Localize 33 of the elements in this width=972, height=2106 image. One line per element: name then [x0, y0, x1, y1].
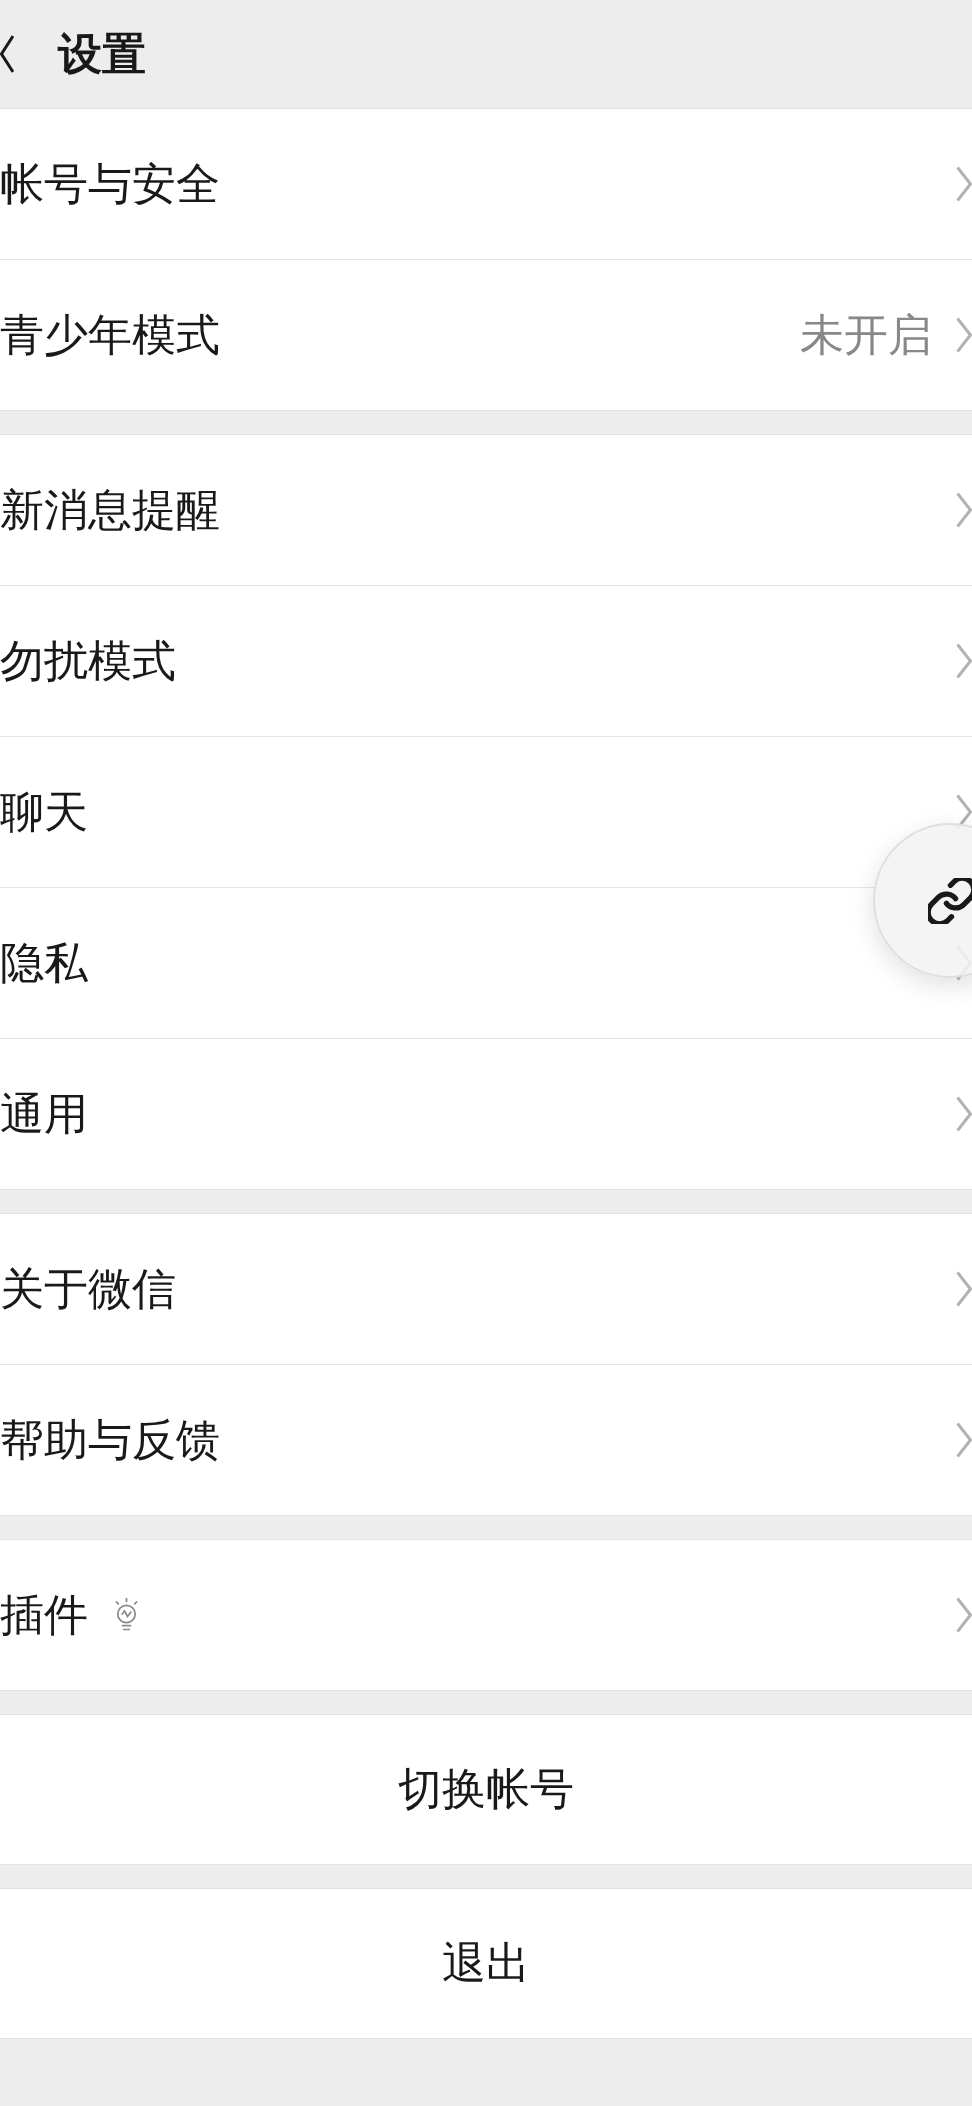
- settings-item[interactable]: 新消息提醒: [0, 435, 972, 585]
- chevron-right-icon: [956, 1422, 972, 1458]
- item-label: 通用: [0, 1087, 88, 1141]
- settings-item[interactable]: 帮助与反馈: [0, 1364, 972, 1515]
- action-button[interactable]: 退出: [0, 1888, 972, 2039]
- chevron-right-icon: [956, 1597, 972, 1633]
- item-value: 未开启: [800, 308, 932, 362]
- chevron-right-icon: [956, 166, 972, 202]
- chevron-right-icon: [956, 1271, 972, 1307]
- item-label: 帐号与安全: [0, 157, 220, 211]
- chevron-right-icon: [956, 492, 972, 528]
- item-label: 插件: [0, 1588, 88, 1642]
- settings-item[interactable]: 通用: [0, 1038, 972, 1189]
- link-icon: [927, 877, 972, 924]
- back-button[interactable]: [0, 34, 14, 74]
- chevron-right-icon: [956, 643, 972, 679]
- page-title: 设置: [58, 27, 146, 81]
- action-button[interactable]: 切换帐号: [0, 1714, 972, 1865]
- item-label: 帮助与反馈: [0, 1413, 220, 1467]
- item-label: 新消息提醒: [0, 483, 220, 537]
- item-label: 关于微信: [0, 1262, 176, 1316]
- item-label: 隐私: [0, 936, 88, 990]
- settings-item[interactable]: 帐号与安全: [0, 109, 972, 259]
- chevron-right-icon: [956, 1096, 972, 1132]
- settings-item[interactable]: 勿扰模式: [0, 585, 972, 736]
- item-label: 勿扰模式: [0, 634, 176, 688]
- back-icon: [0, 34, 14, 74]
- settings-item[interactable]: 关于微信: [0, 1214, 972, 1364]
- item-label: 青少年模式: [0, 308, 220, 362]
- settings-item[interactable]: 青少年模式 未开启: [0, 259, 972, 410]
- settings-item[interactable]: 插件: [0, 1540, 972, 1690]
- chevron-right-icon: [956, 317, 972, 353]
- item-label: 聊天: [0, 785, 88, 839]
